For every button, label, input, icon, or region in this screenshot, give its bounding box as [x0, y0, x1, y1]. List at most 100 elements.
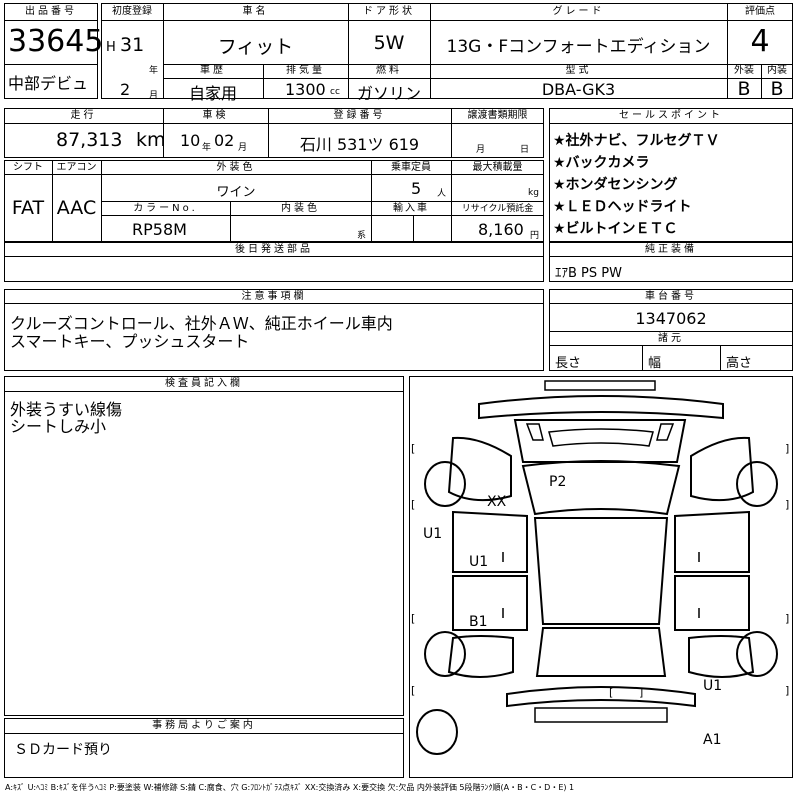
displacement-label: 排気量 [286, 65, 325, 76]
plate-label: 登録番号 [333, 110, 386, 121]
door-label: ドア形状 [363, 6, 415, 17]
car-name: フィット [217, 36, 294, 58]
color-no: RP58M [132, 220, 187, 239]
grade-label: グレード [552, 6, 605, 17]
int-grade: B [770, 78, 784, 100]
displacement: 1300 [285, 80, 326, 99]
first-reg-month: 2 [120, 80, 131, 99]
fuel-label: 燃料 [376, 65, 402, 76]
sales-point-3: ★ホンダセンシング [553, 177, 678, 193]
later-parts-label: 後日発送部品 [235, 244, 313, 255]
chassis-label: 車台番号 [645, 291, 697, 302]
month-unit: 月 [149, 91, 159, 101]
first-reg-year: 31 [120, 34, 145, 56]
bracket: ] [785, 612, 789, 625]
displacement-unit: cc [330, 87, 340, 97]
dim-length: 長さ [555, 356, 582, 371]
mark-u1-front-door: U1 [469, 554, 488, 570]
ext-color-label: 外装色 [216, 162, 256, 173]
model-label: 型式 [565, 65, 592, 76]
office-note: ＳＤカード預り [14, 742, 112, 758]
load-unit: kg [528, 188, 539, 198]
sales-points-label: セールスポイント [619, 110, 723, 121]
sales-point-4: ★ＬＥＤヘッドライト [553, 199, 692, 215]
year-unit: 年 [149, 66, 159, 76]
sales-point-1: ★社外ナビ、フルセグＴＶ [553, 133, 720, 149]
bracket: [ [411, 498, 415, 511]
first-reg-label: 初度登録 [112, 6, 152, 17]
score-label: 評価点 [745, 6, 775, 17]
inspection-label: 車検 [202, 110, 229, 121]
office-label: 事務局よりご案内 [152, 720, 256, 731]
mark-xx: XX [487, 494, 507, 510]
inspection-month: 02 [214, 131, 235, 150]
ext-color: ワイン [216, 185, 256, 200]
recycle-fee: 8,160 [478, 220, 524, 239]
recycle-unit: 円 [530, 231, 540, 241]
lot-label: 出品番号 [25, 6, 77, 17]
capacity-unit: 人 [437, 189, 447, 199]
int-color-label: 内装色 [281, 203, 320, 214]
sales-point-2: ★バックカメラ [553, 155, 650, 171]
capacity-label: 乗車定員 [391, 162, 431, 173]
plate-number: 石川 531ツ 619 [299, 135, 420, 154]
bracket: ] [785, 498, 789, 511]
ext-grade: B [737, 78, 751, 100]
chassis-number: 1347062 [635, 309, 707, 328]
inspector-line-2: シートしみ小 [10, 417, 107, 436]
car-diagram: XX P2 U1 U1 B1 U1 A1 [ ] [ ] [ ] [ ] [ ] [411, 380, 789, 755]
mark-u1-rear: U1 [703, 678, 722, 694]
shift-label: シフト [13, 162, 43, 173]
inspection-month-unit: 月 [238, 143, 248, 153]
ac-label: エアコン [56, 162, 97, 173]
fuel: ガソリン [356, 84, 421, 103]
history: 自家用 [188, 84, 237, 103]
mark-b1-rear-door: B1 [469, 614, 488, 630]
legend: A:ｷｽﾞ U:ﾍｺﾐ B:ｷｽﾞを伴うﾍｺﾐ P:要塗装 W:補修跡 S:錆 … [5, 783, 575, 792]
history-label: 車歴 [200, 65, 226, 76]
notes-line-2: スマートキー、プッシュスタート [10, 332, 250, 351]
recycle-label: リサイクル預託金 [461, 204, 534, 214]
load-label: 最大積載量 [472, 162, 523, 173]
dim-width: 幅 [648, 356, 662, 371]
venue: 中部デビュ [8, 74, 89, 93]
mark-u1-left-fender: U1 [423, 526, 442, 542]
color-no-label: カラーNo. [133, 203, 198, 214]
lot-number: 33645 [8, 24, 104, 59]
transfer-day-unit: 日 [520, 145, 530, 155]
bracket: [ [411, 612, 415, 625]
grade: 13G・Fコンフォートエディション [446, 37, 711, 57]
bracket: [ [411, 684, 415, 697]
car-name-label: 車名 [242, 6, 269, 17]
mark-a1-rear-bumper: A1 [703, 732, 721, 748]
int-grade-label: 内装 [767, 65, 787, 76]
score: 4 [750, 24, 770, 59]
mileage-unit: km [136, 129, 166, 151]
door-type: 5W [373, 32, 405, 54]
notes-label: 注意事項欄 [241, 291, 307, 302]
transfer-label: 譲渡書類期限 [467, 110, 528, 121]
ac: AAC [56, 197, 97, 219]
mark-p2: P2 [549, 474, 566, 490]
capacity: 5 [411, 179, 422, 198]
inspector-label: 検査員記入欄 [165, 378, 243, 389]
model: DBA-GK3 [541, 80, 616, 99]
dims-label: 諸元 [658, 333, 684, 344]
equipment-label: 純正装備 [645, 244, 697, 255]
transfer-month-unit: 月 [476, 145, 486, 155]
bracket: [ [411, 442, 415, 455]
equipment-value: ｴｱB PS PW [555, 266, 622, 281]
inspection-year-unit: 年 [202, 143, 212, 153]
era: H [106, 40, 116, 55]
sales-point-5: ★ビルトインＥＴＣ [553, 221, 678, 237]
mileage-label: 走行 [70, 110, 97, 121]
shift: FAT [11, 197, 45, 219]
bracket: ] [785, 684, 789, 697]
inspection-year: 10 [180, 131, 201, 150]
bracket: ] [639, 686, 643, 699]
bracket: [ [609, 686, 613, 699]
ext-grade-label: 外装 [734, 65, 754, 76]
import-label: 輸入車 [393, 203, 429, 214]
int-color-unit: 系 [357, 231, 367, 241]
mileage: 87,313 [56, 129, 123, 151]
